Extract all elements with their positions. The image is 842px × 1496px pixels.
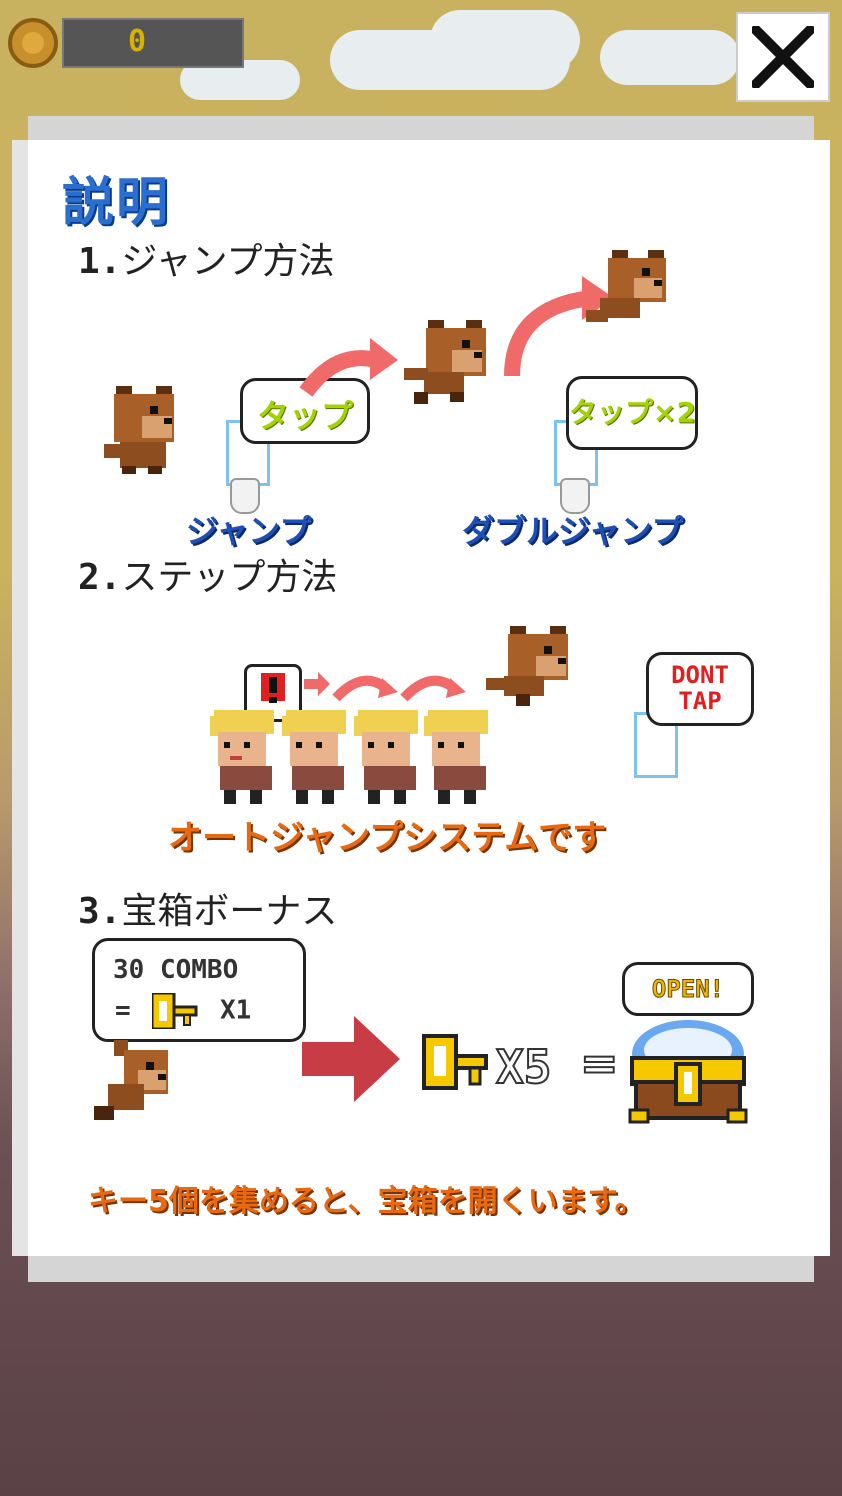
cloud: [430, 10, 580, 70]
coin-counter-bar: [62, 18, 244, 68]
bear-falling-icon: [94, 1040, 168, 1120]
bear-jumping-icon: [404, 320, 486, 404]
bear-double-jumping-icon: [586, 250, 666, 322]
coin-count: 0: [128, 24, 147, 59]
section-number: 1.: [78, 241, 122, 282]
section-title: ステップ方法: [121, 557, 338, 598]
section-chest-heading: 3.宝箱ボーナス: [78, 882, 337, 934]
close-icon: [752, 26, 814, 88]
big-right-arrow-icon: [302, 1016, 400, 1102]
bear-standing-icon: [104, 386, 174, 474]
exclamation-icon: [261, 673, 285, 703]
combo-multiplier: X1: [219, 995, 252, 1026]
section-title: ジャンプ方法: [121, 241, 335, 282]
double-tap-bubble-text: タップ×2: [569, 396, 696, 429]
page-title: 説明: [62, 173, 171, 233]
section-number: 3.: [78, 891, 122, 932]
cloud: [600, 30, 740, 85]
treasure-chest-icon: [628, 1020, 748, 1124]
section-number: 2.: [78, 557, 122, 598]
close-button[interactable]: [736, 12, 830, 102]
combo-equals: =: [115, 995, 131, 1026]
dont-tap-text-line1: DONT: [671, 661, 729, 689]
dont-tap-text-line2: TAP: [678, 687, 722, 715]
open-bubble-text: OPEN!: [651, 975, 725, 1004]
key-icon: [422, 1034, 488, 1090]
section-step-heading: 2.ステップ方法: [78, 548, 337, 600]
coin-icon: [8, 18, 58, 68]
key-icon: [150, 991, 198, 1031]
jump-arrow-icon: [299, 338, 398, 397]
open-speech-bubble: OPEN!: [622, 962, 754, 1016]
auto-jump-caption: オートジャンプシステムです: [168, 818, 607, 858]
bear-step-jumping-icon: [486, 626, 568, 706]
section-jump-heading: 1.ジャンプ方法: [78, 232, 334, 284]
section-title: 宝箱ボーナス: [121, 891, 338, 932]
keys-multiplier: X5: [495, 1039, 552, 1095]
equals-sign: =: [579, 1035, 620, 1091]
dont-tap-speech-bubble: DONT TAP: [646, 652, 754, 726]
combo-line2: = X1: [115, 991, 252, 1031]
combo-speech-bubble: 30 COMBO = X1: [92, 938, 306, 1042]
double-tap-speech-bubble: タップ×2: [566, 376, 698, 450]
combo-line1: 30 COMBO: [113, 955, 239, 985]
double-jump-label: ダブルジャンプ: [462, 512, 684, 550]
chest-caption: キー5個を集めると、宝箱を開くいます。: [88, 1184, 645, 1219]
step-arrow-icon: [304, 672, 466, 702]
enemy-row-icon: [210, 710, 488, 804]
jump-label: ジャンプ: [186, 512, 312, 550]
